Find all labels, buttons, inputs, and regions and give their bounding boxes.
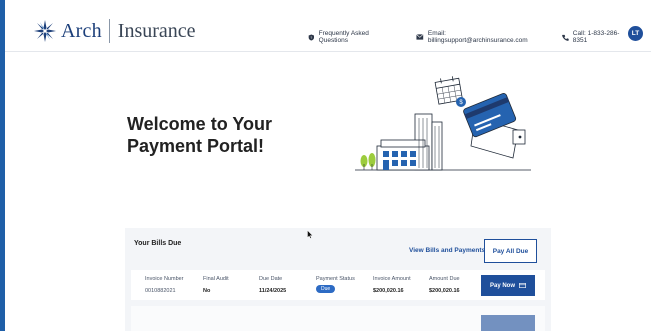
pay-now-button[interactable]: Pay Now	[481, 275, 535, 296]
invoice-amount-value: $200,020.16	[373, 288, 404, 294]
status-badge: Due	[316, 285, 336, 293]
faq-link[interactable]: ? Frequently Asked Questions	[308, 30, 396, 44]
card-icon	[519, 283, 526, 288]
due-date-cell: Due Date 11/24/2025	[259, 276, 286, 294]
mouse-pointer-icon	[307, 230, 313, 239]
invoice-number-cell: Invoice Number 0010882021	[145, 276, 184, 294]
amount-due-value: $200,020.16	[429, 288, 460, 294]
title-line-2: Payment Portal!	[127, 136, 265, 156]
logo-text-insurance: Insurance	[117, 19, 196, 42]
pay-now-button[interactable]	[481, 315, 535, 331]
column-header-amount-due: Amount Due	[429, 276, 460, 282]
header-links: ? Frequently Asked Questions Email: bill…	[308, 30, 651, 44]
faq-label: Frequently Asked Questions	[318, 30, 369, 44]
final-audit-value: No	[203, 288, 211, 294]
arch-star-icon	[34, 20, 56, 42]
view-bills-link[interactable]: View Bills and Payments	[409, 247, 485, 254]
pay-now-label: Pay Now	[489, 282, 515, 289]
column-header-payment-status: Payment Status	[316, 276, 355, 282]
top-header: Arch Insurance ? Frequently Asked Questi…	[5, 6, 651, 52]
email-label: Email: billingsupport@archinsurance.com	[427, 30, 528, 44]
invoice-number-value: 0010882021	[145, 288, 176, 294]
email-link[interactable]: Email: billingsupport@archinsurance.com	[416, 30, 542, 44]
title-line-1: Welcome to Your	[127, 114, 273, 134]
payment-status-cell: Payment Status Due	[316, 276, 355, 293]
pay-all-button[interactable]: Pay All Due	[484, 239, 537, 263]
page-title: Welcome to Your Payment Portal!	[127, 113, 327, 157]
column-header-final-audit: Final Audit	[203, 276, 229, 282]
table-row	[131, 306, 545, 331]
bills-title: Your Bills Due	[134, 240, 182, 247]
question-shield-icon: ?	[308, 33, 315, 41]
phone-icon	[562, 34, 569, 41]
column-header-due-date: Due Date	[259, 276, 283, 282]
amount-due-cell: Amount Due $200,020.16	[429, 276, 460, 294]
arch-insurance-logo[interactable]: Arch Insurance	[33, 18, 196, 44]
logo-divider	[108, 19, 110, 43]
tree-icon	[360, 153, 376, 170]
final-audit-cell: Final Audit No	[203, 276, 229, 294]
invoice-amount-cell: Invoice Amount $200,020.16	[373, 276, 411, 294]
table-row: Invoice Number 0010882021 Final Audit No…	[131, 270, 545, 300]
svg-text:?: ?	[310, 35, 312, 39]
logo-text-arch: Arch	[61, 19, 102, 42]
due-date-value: 11/24/2025	[259, 288, 287, 294]
phone-label: Call: 1-833-286-8351	[572, 30, 620, 44]
payment-illustration: $	[355, 76, 531, 171]
user-avatar[interactable]: LT	[628, 26, 643, 41]
phone-link[interactable]: Call: 1-833-286-8351	[562, 30, 631, 44]
column-header-invoice-amount: Invoice Amount	[373, 276, 411, 282]
column-header-invoice-number: Invoice Number	[145, 276, 184, 282]
mail-icon	[416, 34, 424, 40]
bills-due-panel: Your Bills Due View Bills and Payments P…	[125, 228, 551, 331]
